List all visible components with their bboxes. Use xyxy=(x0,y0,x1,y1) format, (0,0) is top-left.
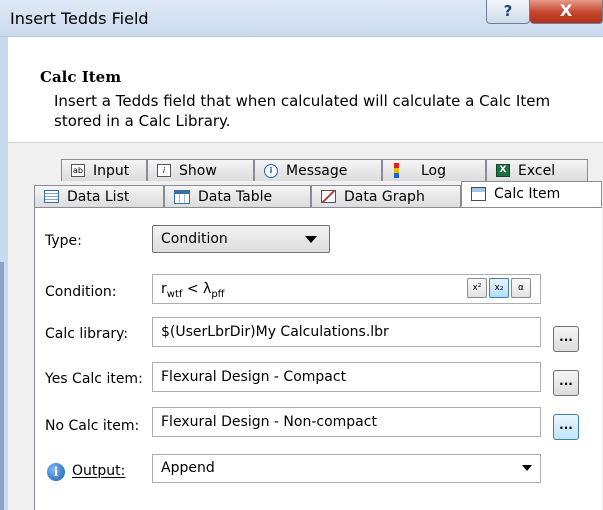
excel-icon: X xyxy=(496,164,510,177)
tab-data-list-label: Data List xyxy=(67,188,130,205)
data-graph-icon xyxy=(321,190,336,203)
tab-show-label: Show xyxy=(179,162,217,179)
condition-lambda-subscript: pff xyxy=(211,288,225,300)
tab-data-graph-label: Data Graph xyxy=(344,188,425,205)
log-icon xyxy=(394,163,399,178)
window-title: Insert Tedds Field xyxy=(10,9,149,28)
calc-library-value: $(UserLbrDir)My Calculations.lbr xyxy=(161,324,389,340)
type-dropdown-value: Condition xyxy=(161,231,228,247)
condition-operator: < xyxy=(182,281,204,297)
output-dropdown-chevron-down-icon xyxy=(522,465,532,471)
output-dropdown[interactable]: Append xyxy=(152,454,541,483)
close-button[interactable]: X xyxy=(530,0,603,24)
calc-library-label: Calc library: xyxy=(45,326,129,342)
tab-excel-label: Excel xyxy=(518,162,556,179)
tab-calc-item-label: Calc Item xyxy=(494,186,561,202)
type-dropdown-chevron-down-icon xyxy=(305,236,317,243)
yes-calc-item-value: Flexural Design - Compact xyxy=(161,369,347,385)
no-calc-item-browse-button[interactable]: ... xyxy=(553,414,579,440)
tab-message-label: Message xyxy=(286,162,348,179)
condition-label: Condition: xyxy=(45,284,117,300)
tab-data-table-label: Data Table xyxy=(198,188,273,205)
symbol-button[interactable]: α xyxy=(511,278,531,298)
text-field-icon: ab xyxy=(71,164,85,177)
yes-calc-item-browse-button[interactable]: ... xyxy=(553,370,579,396)
calc-item-icon xyxy=(471,187,486,201)
subscript-button[interactable]: x₂ xyxy=(489,278,509,298)
yes-calc-item-field[interactable]: Flexural Design - Compact xyxy=(152,362,541,392)
tab-calc-item[interactable]: Calc Item xyxy=(461,181,602,207)
info-icon: i xyxy=(47,463,65,481)
data-list-icon xyxy=(44,190,59,203)
tab-data-list[interactable]: Data List xyxy=(34,185,164,207)
show-icon: i xyxy=(157,164,171,177)
info-icon: i xyxy=(264,163,278,178)
header-description: Insert a Tedds field that when calculate… xyxy=(54,92,551,130)
tab-input-label: Input xyxy=(93,162,130,179)
output-label: Output: xyxy=(72,463,126,479)
superscript-button[interactable]: x² xyxy=(467,278,487,298)
header-title: Calc Item xyxy=(40,68,122,86)
window-left-border-shadow xyxy=(0,262,4,510)
tab-input[interactable]: ab Input xyxy=(61,159,147,181)
help-button[interactable]: ? xyxy=(486,0,530,24)
output-dropdown-value: Append xyxy=(161,460,215,476)
type-label: Type: xyxy=(45,233,82,249)
tab-log-label: Log xyxy=(421,162,447,179)
yes-calc-item-label: Yes Calc item: xyxy=(45,371,143,387)
tab-log[interactable]: Log xyxy=(382,159,486,181)
tab-message[interactable]: i Message xyxy=(254,159,382,181)
calc-library-field[interactable]: $(UserLbrDir)My Calculations.lbr xyxy=(152,317,541,347)
data-table-icon xyxy=(174,189,190,204)
tab-data-graph[interactable]: Data Graph xyxy=(311,185,461,207)
tab-data-table[interactable]: Data Table xyxy=(164,185,311,207)
title-bar: Insert Tedds Field ? X xyxy=(0,0,603,37)
condition-r-subscript: wtf xyxy=(166,288,183,300)
type-dropdown[interactable]: Condition xyxy=(152,225,330,253)
no-calc-item-value: Flexural Design - Non-compact xyxy=(161,414,377,430)
calc-library-browse-button[interactable]: ... xyxy=(553,326,579,352)
tab-excel[interactable]: X Excel xyxy=(486,159,588,181)
no-calc-item-field[interactable]: Flexural Design - Non-compact xyxy=(152,407,541,437)
no-calc-item-label: No Calc item: xyxy=(45,418,140,434)
tab-show[interactable]: i Show xyxy=(147,159,254,181)
